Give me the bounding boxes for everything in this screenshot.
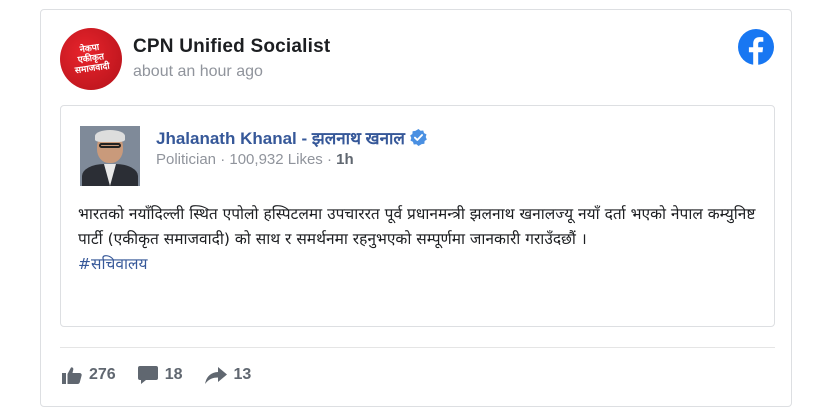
shared-post[interactable]: Jhalanath Khanal - झलनाथ खनाल Politician… [60, 105, 775, 327]
shares-count-value: 13 [233, 366, 252, 383]
shared-meta: Politician · 100,932 Likes · 1h [156, 151, 354, 168]
shares-count[interactable]: 13 [204, 366, 252, 384]
likes-count[interactable]: 276 [62, 366, 116, 384]
author-photo[interactable] [80, 126, 140, 186]
post-card: नेकपा एकीकृत समाजवादी CPN Unified Sociali… [40, 9, 792, 407]
thumbs-up-icon [62, 367, 82, 384]
comment-icon [137, 366, 158, 384]
shared-body-text: भारतको नयाँदिल्ली स्थित एपोलो हस्पिटलमा … [78, 205, 756, 248]
meta-separator: · [326, 151, 337, 168]
hashtag-link[interactable]: #सचिवालय [78, 252, 768, 277]
avatar-logo-text: नेकपा एकीकृत समाजवादी [74, 42, 111, 77]
post-timestamp[interactable]: about an hour ago [133, 63, 263, 81]
share-arrow-icon [204, 367, 227, 384]
page-name[interactable]: CPN Unified Socialist [133, 36, 330, 58]
author-category: Politician [156, 151, 217, 168]
comments-count[interactable]: 18 [137, 366, 183, 384]
engagement-bar: 276 18 13 [62, 366, 273, 384]
comments-count-value: 18 [164, 366, 183, 383]
meta-separator: · [220, 151, 230, 168]
verified-badge-icon [410, 129, 427, 146]
divider [60, 347, 775, 348]
page-avatar[interactable]: नेकपा एकीकृत समाजवादी [60, 28, 122, 90]
shared-author[interactable]: Jhalanath Khanal - झलनाथ खनाल [156, 126, 427, 149]
shared-author-name[interactable]: Jhalanath Khanal - झलनाथ खनाल [156, 126, 405, 149]
author-likes: 100,932 Likes [229, 151, 323, 168]
shared-time[interactable]: 1h [336, 151, 354, 168]
likes-count-value: 276 [89, 366, 116, 383]
facebook-icon[interactable] [738, 29, 774, 65]
shared-body: भारतको नयाँदिल्ली स्थित एपोलो हस्पिटलमा … [78, 202, 768, 277]
